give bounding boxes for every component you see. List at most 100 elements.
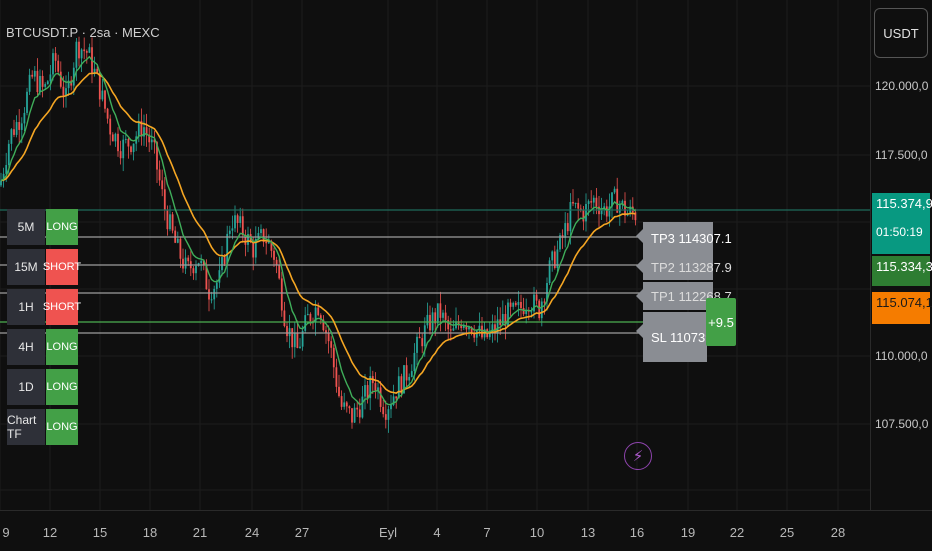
candle-body [10,129,13,144]
time-tick-16: 16 [629,525,645,540]
candle-body [57,60,60,72]
candle-body [166,210,169,230]
candle-body [358,409,361,418]
candle-body [309,313,312,322]
candle-body [195,265,197,274]
candle-body [7,143,10,166]
candle-body [288,328,291,337]
candle-body [564,223,567,238]
candle-body [260,229,262,234]
candle-body [442,312,444,318]
candle-body [587,201,590,205]
last-price-tag: 115.374,9 [872,193,932,223]
candle-body [83,49,86,52]
timeframe-signal-table: 5M LONG 15M SHORT 1H SHORT 4H LONG 1D LONG Chart T… [7,209,81,449]
candle-body [78,41,80,59]
time-tick-4: 4 [433,525,441,540]
candle-body [41,75,44,87]
tf-row-chart-tf: Chart TF LONG [7,409,78,446]
candle-body [317,307,320,316]
symbol-title[interactable]: BTCUSDT.P · 2sa · MEXC [6,25,160,40]
candle-body [335,367,338,387]
candle-body [210,299,213,301]
candle-body [338,386,340,397]
time-tick-15: 15 [92,525,108,540]
price-label-110000: 110.000,0 [875,349,928,363]
grid-lines [0,0,870,510]
candle-body [106,108,109,119]
candle-body [23,112,26,124]
candle-body [226,233,229,265]
tf-row-1d: 1D LONG [7,369,78,406]
candle-body [234,215,236,229]
tp3-label: TP3 114307.1 [643,222,732,254]
candle-body [436,303,439,324]
candle-body [130,146,132,153]
candle-body [514,302,517,306]
candle-body [361,396,364,418]
candle-body [15,122,18,135]
candle-body [104,90,106,109]
time-tick-24: 24 [244,525,260,540]
candle-body [109,118,112,135]
price-label-107500: 107.500,0 [875,417,929,431]
chart-canvas[interactable] [0,0,870,510]
candle-body [390,404,392,410]
candles [0,36,637,433]
candle-body [213,288,216,300]
ema-slow-line [0,72,636,394]
time-tick-28: 28 [830,525,846,540]
time-axis[interactable]: 9 12 15 18 21 24 27 Eyl 4 7 10 13 16 19 22 25 28 [0,510,932,551]
ema-fast-tag: 115.334,3 [872,256,932,286]
candle-body [275,259,278,266]
candle-body [416,336,418,353]
candle-body [509,302,512,307]
time-tick-12: 12 [42,525,58,540]
candle-body [221,257,223,271]
candle-body [28,74,31,92]
candle-body [117,133,119,152]
candle-body [80,49,83,59]
candle-body [356,407,359,410]
candle-body [215,282,218,289]
candle-body [124,138,127,140]
candle-body [332,347,335,368]
candle-body [387,409,390,420]
candle-body [31,74,34,77]
tf-label: 1D [7,369,45,405]
candle-body [582,210,585,222]
time-tick-9: 9 [2,525,10,540]
candle-body [169,214,171,230]
candle-body [241,216,244,236]
candle-body [158,169,161,181]
candle-body [447,319,450,330]
candle-body [431,312,434,331]
candle-body [293,333,296,348]
candle-body [475,330,478,338]
candle-body [304,315,307,331]
signal-badge: LONG [46,409,78,445]
time-tick-13: 13 [580,525,596,540]
candle-body [444,312,447,320]
candle-body [286,326,288,337]
time-tick-19: 19 [680,525,696,540]
price-chart[interactable]: BTCUSDT.P · 2sa · MEXC 5M LONG 15M SHORT 1H S… [0,0,870,510]
candle-body [163,189,166,211]
candle-body [325,330,327,333]
price-axis[interactable]: 120.000,0 117.500,0 110.000,0 107.500,0 … [870,0,932,510]
candle-body [327,332,330,342]
currency-button[interactable]: USDT [874,8,928,58]
candle-body [114,133,117,142]
candle-body [517,301,520,306]
candle-body [530,311,533,313]
candle-body [62,86,65,96]
candle-body [429,314,431,331]
candle-body [59,71,62,87]
signal-badge: SHORT [43,289,81,325]
candle-body [395,396,398,399]
candle-body [595,197,598,207]
candle-body [345,402,348,407]
candle-body [46,81,49,85]
lightning-icon[interactable]: ⚡ [624,442,652,470]
candle-body [184,257,187,269]
